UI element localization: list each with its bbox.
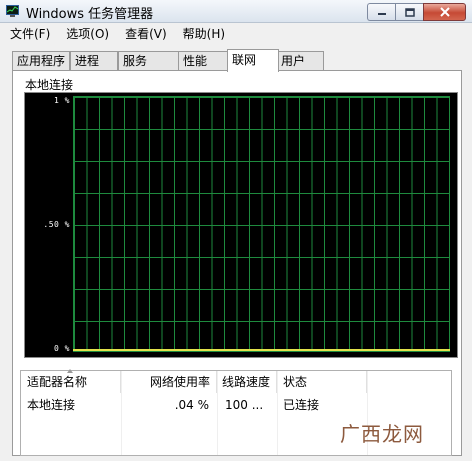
window-title: Windows 任务管理器: [26, 7, 154, 22]
watermark-text: 广西龙网: [340, 422, 424, 446]
cell-link-speed: 100 ...: [225, 398, 264, 412]
menu-file[interactable]: 文件(F): [0, 23, 56, 43]
menu-view[interactable]: 查看(V): [115, 23, 173, 43]
minimize-icon: [377, 13, 386, 15]
usage-series-line: [73, 349, 450, 351]
y-axis-label-min: 0 %: [54, 344, 70, 353]
y-axis-label-mid: .50 %: [43, 220, 70, 229]
minimize-button[interactable]: [367, 3, 395, 21]
graph-title: 本地连接: [25, 78, 74, 92]
maximize-button[interactable]: [395, 3, 423, 21]
graph-plot-area: [73, 96, 450, 352]
window-controls: [367, 3, 466, 21]
menu-options[interactable]: 选项(O): [56, 23, 115, 43]
cell-network-usage: .04 %: [174, 398, 209, 412]
menu-help[interactable]: 帮助(H): [173, 23, 231, 43]
column-header-link-speed[interactable]: 线路速度: [217, 371, 277, 393]
title-bar: Windows 任务管理器: [0, 0, 472, 23]
tab-performance[interactable]: 性能: [178, 51, 228, 70]
menu-bar: 文件(F) 选项(O) 查看(V) 帮助(H): [0, 23, 472, 43]
column-header-network-usage[interactable]: 网络使用率: [121, 371, 217, 393]
column-header-state[interactable]: 状态: [277, 371, 367, 393]
close-icon: [439, 7, 450, 17]
table-header: 适配器名称 网络使用率 线路速度 状态: [21, 369, 451, 393]
tab-processes[interactable]: 进程: [70, 51, 118, 70]
cell-state: 已连接: [283, 398, 320, 412]
maximize-icon: [404, 7, 415, 17]
tab-networking[interactable]: 联网: [227, 49, 279, 72]
column-header-adapter-name[interactable]: 适配器名称: [21, 369, 121, 393]
task-manager-icon: [6, 5, 19, 17]
tab-applications[interactable]: 应用程序: [12, 51, 70, 70]
close-button[interactable]: [423, 3, 466, 21]
tab-services[interactable]: 服务: [118, 51, 180, 70]
cell-adapter-name: 本地连接: [27, 398, 76, 412]
y-axis-label-max: 1 %: [54, 96, 70, 105]
tab-users[interactable]: 用户: [276, 51, 324, 70]
table-row[interactable]: 本地连接 .04 % 100 ... 已连接: [21, 395, 451, 415]
sort-caret-icon: [67, 369, 73, 373]
